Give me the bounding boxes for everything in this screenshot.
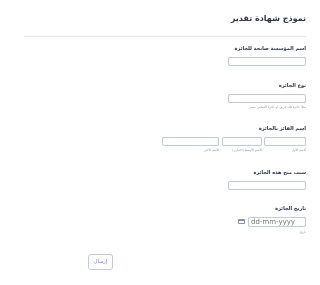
- last-name-sublabel: الاسم الأخير: [204, 148, 219, 152]
- first-name-input[interactable]: [264, 137, 306, 146]
- first-name-sublabel: الاسم الأول: [291, 148, 306, 152]
- award-date-label: تاريخ الجائزة: [275, 206, 306, 212]
- last-name-input[interactable]: [162, 137, 219, 146]
- middle-name-input[interactable]: [222, 137, 262, 146]
- middle-name-sublabel: الاسم الأوسط (اختياري): [232, 148, 262, 152]
- title-divider: [24, 36, 306, 37]
- award-type-input[interactable]: [228, 94, 306, 103]
- reason-input[interactable]: [228, 181, 306, 190]
- award-type-label: نوع الجائزة: [278, 83, 306, 89]
- organization-input[interactable]: [228, 57, 306, 66]
- reason-label: سبب منح هذه الجائزة: [253, 170, 306, 176]
- calendar-icon[interactable]: [238, 219, 245, 224]
- award-date-input[interactable]: [248, 217, 306, 227]
- recipient-label: اسم الفائز بالجائزة: [258, 126, 306, 132]
- organization-label: اسم المؤسسة صانحة للجائزة: [234, 46, 306, 52]
- award-type-hint: مثلاً: جائزة قائد فريق، أو جائزة الشخص م…: [249, 105, 306, 109]
- award-date-sublabel: تاريخ: [300, 230, 306, 234]
- submit-button[interactable]: إرسال: [88, 254, 113, 270]
- form-title: نموذج شهادة تقدير: [230, 14, 306, 23]
